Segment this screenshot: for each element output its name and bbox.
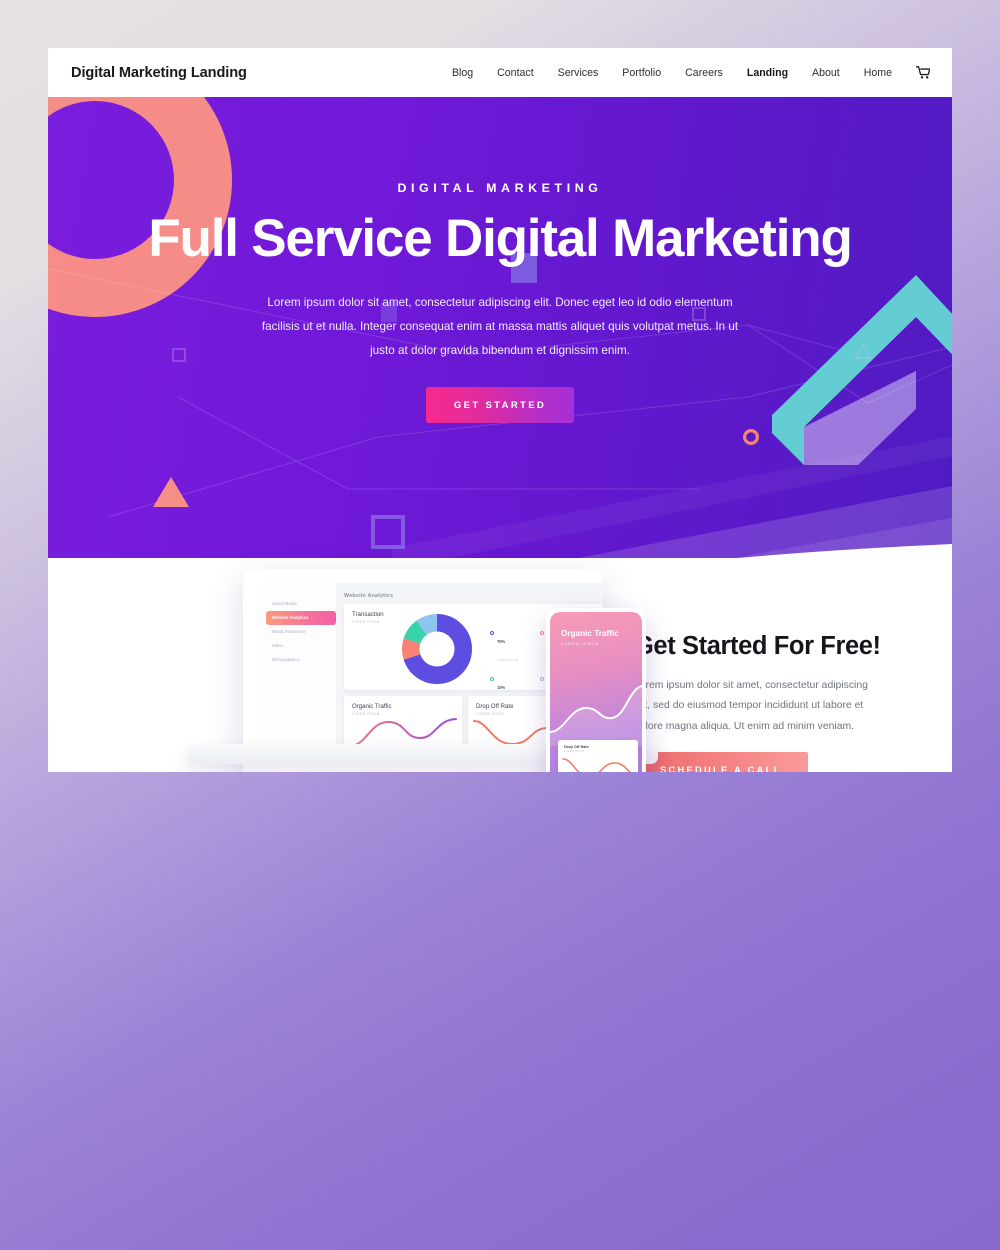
- landing-page: Digital Marketing Landing Blog Contact S…: [48, 48, 952, 772]
- nav-item-about[interactable]: About: [812, 67, 840, 79]
- device-mockup: Social Media Website Analytics Brand Awa…: [188, 516, 658, 772]
- phone-card-title: Drop Off Rate: [564, 745, 589, 749]
- site-header: Digital Marketing Landing Blog Contact S…: [48, 48, 952, 97]
- nav-item-home[interactable]: Home: [864, 67, 892, 79]
- get-started-button[interactable]: GET STARTED: [425, 387, 575, 424]
- cta-heading: Get Started For Free!: [634, 632, 881, 660]
- nav-item-portfolio[interactable]: Portfolio: [622, 67, 661, 79]
- hero-paragraph: Lorem ipsum dolor sit amet, consectetur …: [261, 296, 739, 358]
- hero-headline: Full Service Digital Marketing: [148, 209, 852, 268]
- legend-dot-icon: [490, 631, 494, 635]
- hero-content: DIGITAL MARKETING Full Service Digital M…: [48, 97, 952, 424]
- dashboard-nav-brand-awareness[interactable]: Brand Awareness: [266, 625, 336, 639]
- nav-item-landing[interactable]: Landing: [747, 67, 788, 79]
- site-brand[interactable]: Digital Marketing Landing: [71, 65, 247, 81]
- phone-subtitle: LOREM IPSUM: [561, 642, 600, 646]
- circle-outline-decoration: [742, 428, 760, 446]
- legend-value: 70%: [497, 639, 506, 644]
- dashboard-nav-demographics[interactable]: Demographics: [266, 652, 336, 666]
- triangle-decoration-1: [153, 477, 189, 507]
- schedule-a-call-button[interactable]: SCHEDULE A CALL: [634, 751, 808, 772]
- organic-traffic-title: Organic Traffic: [352, 703, 392, 710]
- nav-item-services[interactable]: Services: [558, 67, 599, 79]
- dashboard-nav-sales[interactable]: Sales: [266, 638, 336, 652]
- dashboard-title: Website Analytics: [344, 593, 394, 599]
- cta-text-block: Get Started For Free! Lorem ipsum dolor …: [634, 630, 884, 772]
- dashboard-nav-social-media[interactable]: Social Media: [266, 597, 336, 611]
- phone-mockup: Organic Traffic LOREM IPSUM Drop Off Rat…: [546, 608, 646, 772]
- nav-item-contact[interactable]: Contact: [497, 67, 534, 79]
- hero-eyebrow: DIGITAL MARKETING: [397, 181, 603, 195]
- cta-paragraph: Lorem ipsum dolor sit amet, consectetur …: [634, 680, 868, 732]
- legend-value: 10%: [497, 685, 506, 690]
- phone-title: Organic Traffic: [561, 629, 619, 638]
- legend-dot-icon: [540, 677, 544, 681]
- phone-drop-off-card: Drop Off Rate LOREM IPSUM 20 LOREM IPSUM: [558, 740, 638, 772]
- transaction-donut-chart: [402, 614, 472, 684]
- nav-item-careers[interactable]: Careers: [685, 67, 723, 79]
- phone-card-sparkline: [562, 758, 632, 772]
- legend-item: 70% LOREM IPSUM: [490, 630, 532, 666]
- legend-subtitle: LOREM IPSUM: [497, 659, 519, 662]
- phone-screen: Organic Traffic LOREM IPSUM Drop Off Rat…: [550, 612, 642, 772]
- organic-traffic-card: Organic Traffic LOREM IPSUM 105 LOREM IP…: [344, 696, 462, 750]
- phone-area-chart: [550, 685, 642, 746]
- main-navigation: Blog Contact Services Portfolio Careers …: [452, 66, 930, 79]
- shopping-cart-icon[interactable]: [916, 66, 930, 79]
- dashboard-sidebar: Social Media Website Analytics Brand Awa…: [258, 583, 336, 750]
- legend-dot-icon: [540, 631, 544, 635]
- dashboard-nav-website-analytics[interactable]: Website Analytics: [266, 610, 336, 625]
- nav-item-blog[interactable]: Blog: [452, 67, 473, 79]
- phone-card-subtitle: LOREM IPSUM: [564, 750, 585, 753]
- legend-dot-icon: [490, 677, 494, 681]
